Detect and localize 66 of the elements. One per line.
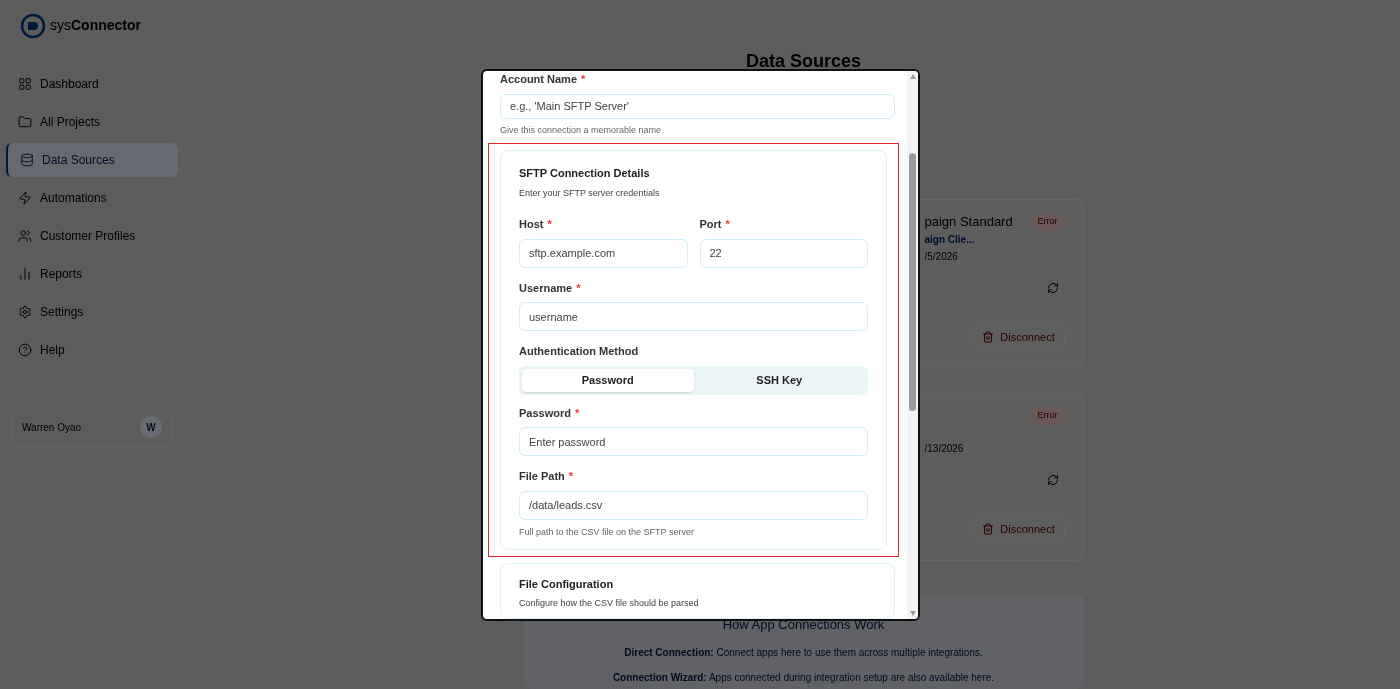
field-label: Username: [519, 281, 573, 294]
input-field[interactable]: 22: [699, 238, 868, 268]
sidebar-item[interactable]: All Projects: [6, 109, 178, 135]
field-label: Account Name: [500, 73, 578, 85]
disconnect-button[interactable]: Disconnect: [972, 324, 1065, 350]
input-field[interactable]: e.g., 'Main SFTP Server': [500, 93, 895, 119]
user-avatar: W: [140, 416, 162, 438]
input-field[interactable]: sftp.example.com: [519, 238, 688, 268]
card-date: /13/2026: [924, 442, 965, 456]
refresh-icon[interactable]: [1046, 282, 1059, 294]
status-badge: Error: [1030, 213, 1065, 231]
section-subtitle: Enter your SFTP server credentials: [519, 186, 661, 200]
trash-icon: [982, 523, 995, 535]
required-mark: *: [547, 218, 552, 230]
info-text: Connection Wizard: Apps connected during integration setup are also available here.: [612, 670, 995, 685]
required-mark: *: [581, 73, 586, 85]
grid-icon: [18, 77, 32, 91]
input-field[interactable]: Enter password: [519, 427, 868, 456]
refresh-icon[interactable]: [1046, 474, 1059, 486]
folder-icon: [18, 115, 32, 129]
user-name: Warren Oyao: [22, 420, 82, 435]
card-link[interactable]: aign Clie...: [924, 232, 1065, 247]
users-icon: [18, 229, 32, 243]
input-field[interactable]: /data/leads.csv: [519, 490, 868, 520]
brand-name: sysConnector: [50, 16, 141, 35]
auth-tab[interactable]: Password: [522, 368, 694, 392]
settings-icon: [18, 305, 32, 319]
section-title: SFTP Connection Details: [519, 166, 651, 181]
sidebar-item[interactable]: Dashboard: [6, 71, 178, 97]
field-label: Authentication Method: [519, 344, 640, 359]
info-text: Direct Connection: Connect apps here to use them across multiple integrations.: [624, 645, 983, 660]
scroll-up-icon[interactable]: [908, 73, 917, 81]
sidebar-item[interactable]: Settings: [6, 299, 178, 325]
help-icon: [18, 343, 32, 357]
required-mark: *: [576, 281, 581, 294]
auth-tab[interactable]: SSH Key: [693, 368, 865, 392]
logo-icon: [20, 12, 46, 39]
sidebar-item[interactable]: Help: [6, 337, 178, 363]
scrollbar[interactable]: [907, 71, 918, 619]
field-label: Password: [519, 406, 571, 419]
card-date: /5/2026: [924, 250, 959, 264]
section-title: File Configuration: [519, 577, 615, 592]
field-hint: Give this connection a memorable name: [500, 123, 663, 137]
sidebar-item[interactable]: Data Sources: [6, 143, 178, 177]
status-badge: Error: [1030, 407, 1065, 425]
lightning-icon: [18, 191, 32, 205]
card-title: paign Standard: [924, 213, 1013, 232]
section-subtitle: Configure how the CSV file should be parsed: [519, 596, 700, 610]
sidebar-item[interactable]: Customer Profiles: [6, 223, 178, 249]
sidebar-item[interactable]: Automations: [6, 185, 178, 211]
required-mark: *: [574, 406, 580, 419]
required-mark: *: [725, 218, 730, 230]
scroll-down-icon[interactable]: [908, 609, 917, 617]
bar-chart-icon: [18, 267, 32, 281]
database-icon: [20, 153, 34, 167]
trash-icon: [982, 331, 995, 343]
page-title: Data Sources: [744, 50, 862, 73]
required-mark: *: [568, 470, 574, 482]
input-field[interactable]: username: [519, 302, 868, 331]
user-card[interactable]: Warren Oyao W: [12, 406, 172, 448]
field-label: Host: [519, 218, 544, 230]
field-label: Port: [699, 218, 722, 230]
disconnect-button[interactable]: Disconnect: [972, 516, 1065, 542]
field-label: File Path: [519, 470, 565, 482]
field-hint: Full path to the CSV file on the SFTP server: [519, 525, 695, 539]
sidebar-item[interactable]: Reports: [6, 261, 178, 287]
